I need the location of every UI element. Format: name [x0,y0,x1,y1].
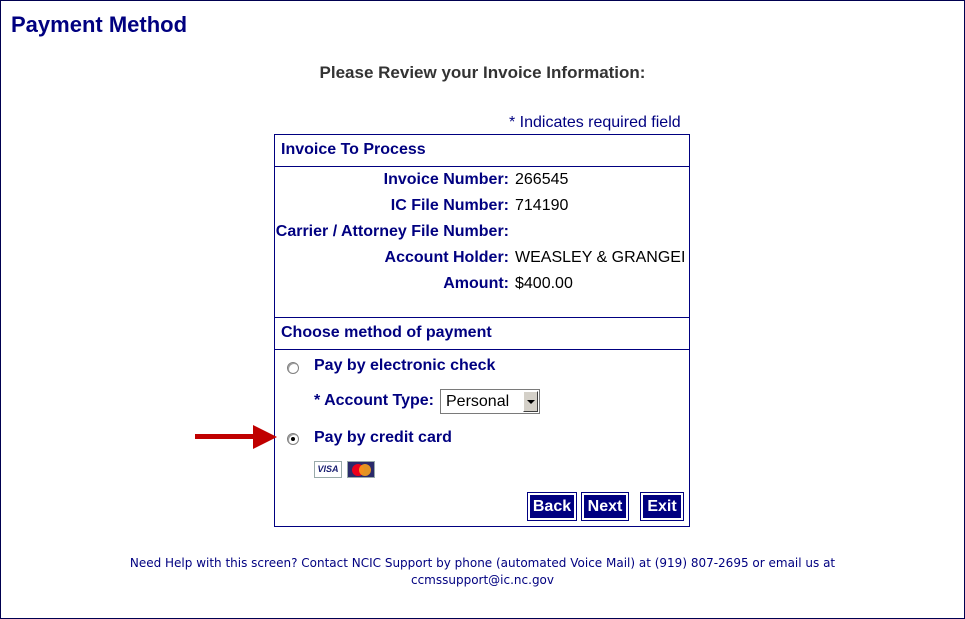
support-email[interactable]: ccmssupport@ic.nc.gov [0,572,965,589]
ic-file-number-value: 714190 [515,197,569,214]
account-type-selected-value: Personal [446,393,510,410]
account-type-select[interactable]: Personal [440,389,540,414]
mastercard-orange-circle [359,464,371,476]
invoice-number-row: Invoice Number: 266545 [275,169,689,193]
mastercard-card-icon [347,461,375,478]
amount-value: $400.00 [515,275,573,292]
annotation-arrow-shaft [195,434,257,439]
chevron-down-icon[interactable] [523,391,538,412]
invoice-section-heading: Invoice To Process [275,135,689,167]
account-holder-row: Account Holder: WEASLEY & GRANGEI [275,247,689,271]
credit-card-label[interactable]: Pay by credit card [314,429,452,447]
next-button[interactable]: Next [581,492,629,521]
invoice-number-value: 266545 [515,171,569,188]
page-subtitle: Please Review your Invoice Information: [319,63,646,82]
carrier-file-number-row: Carrier / Attorney File Number: [275,221,689,245]
amount-label: Amount: [443,275,509,292]
visa-card-icon: VISA [314,461,342,478]
annotation-arrow-icon [253,425,277,449]
invoice-panel: Invoice To Process Invoice Number: 26654… [274,134,690,527]
account-type-label: * Account Type: [314,392,435,409]
account-holder-label: Account Holder: [384,249,509,266]
ic-file-number-row: IC File Number: 714190 [275,195,689,219]
credit-card-radio[interactable] [287,433,299,445]
exit-button[interactable]: Exit [640,492,684,521]
help-footer: Need Help with this screen? Contact NCIC… [0,555,965,589]
back-button[interactable]: Back [527,492,577,521]
required-field-note: * Indicates required field [509,114,681,131]
electronic-check-radio[interactable] [287,362,299,374]
carrier-file-number-label: Carrier / Attorney File Number: [275,223,509,240]
page-title: Payment Method [11,12,188,37]
payment-section-heading: Choose method of payment [275,317,689,350]
invoice-number-label: Invoice Number: [383,171,509,188]
account-holder-value: WEASLEY & GRANGEI [515,249,686,266]
help-text: Need Help with this screen? Contact NCIC… [129,556,836,570]
ic-file-number-label: IC File Number: [390,197,509,214]
electronic-check-label[interactable]: Pay by electronic check [314,357,495,375]
amount-row: Amount: $400.00 [275,273,689,297]
